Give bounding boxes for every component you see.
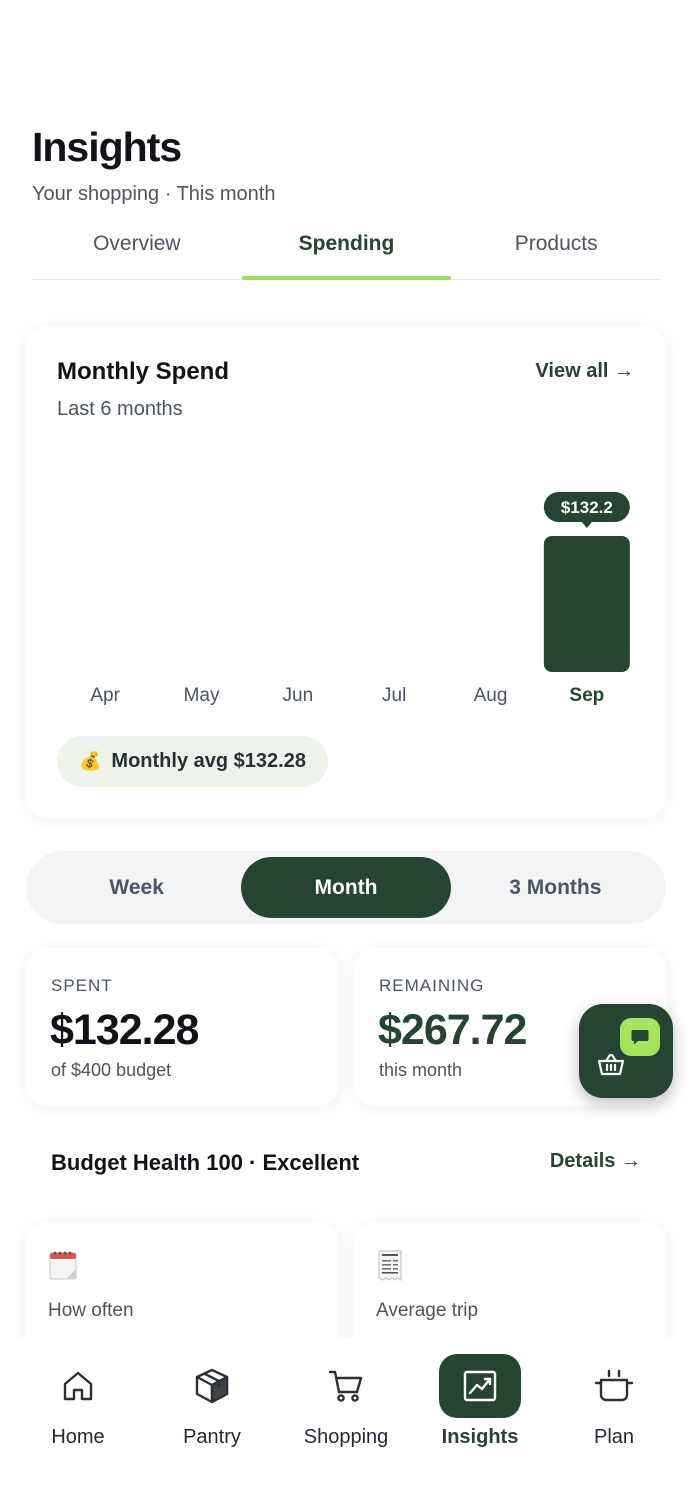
nav-shopping-label: Shopping [303,1426,389,1448]
how-often-label: How often [48,1300,134,1321]
monthly-average-pill: 💰 Monthly avg $132.28 [57,736,328,787]
period-week-button[interactable]: Week [32,857,241,918]
nav-shopping[interactable]: Shopping [279,1338,413,1504]
nav-home[interactable]: Home [11,1338,145,1504]
bar-sep[interactable] [543,536,630,672]
basket-icon [597,1052,625,1083]
remaining-label: REMAINING [379,976,485,995]
remaining-note: this month [379,1060,463,1080]
period-3-months-button[interactable]: 3 Months [451,857,660,918]
x-label-aug: Aug [474,685,508,706]
chart-icon [439,1354,521,1418]
budget-health-title: Budget Health 100 · Excellent [51,1150,360,1175]
nav-insights[interactable]: Insights [413,1338,547,1504]
nav-pantry-label: Pantry [183,1426,241,1448]
spent-label: SPENT [51,976,113,995]
spent-card: SPENT $132.28 of $400 budget [26,948,339,1106]
nav-plan[interactable]: Plan [547,1338,681,1504]
tab-products[interactable]: Products [451,222,661,279]
tab-spending[interactable]: Spending [241,222,452,280]
x-label-may: May [184,685,220,706]
calendar-icon [49,1250,77,1285]
tab-overview[interactable]: Overview [32,222,242,279]
page-title: Insights [32,124,182,170]
monthly-spend-card: Monthly Spend Last 6 months View all → A… [26,326,666,818]
page-subtitle: Your shopping · This month [32,183,276,205]
home-icon [37,1354,119,1418]
budget-health-row: Budget Health 100 · Excellent Details → [51,1150,641,1176]
monthly-average-label: Monthly avg $132.28 [111,750,306,772]
average-trip-label: Average trip [376,1300,479,1321]
x-label-apr: Apr [90,685,120,706]
nav-pantry[interactable]: Pantry [145,1338,279,1504]
x-label-jul: Jul [382,685,406,706]
assistant-fab-button[interactable] [579,1004,673,1098]
spent-value: $132.28 [50,1006,199,1054]
box-icon [171,1354,253,1418]
nav-home-label: Home [51,1426,105,1448]
insights-tabs: Overview Spending Products [32,222,661,280]
cart-icon [305,1354,387,1418]
bottom-navigation: Home Pantry Shopping Insights Plan [0,1338,692,1504]
x-label-sep: Sep [569,685,604,706]
page-header: Insights Your shopping · This month [32,124,276,206]
spent-note: of $400 budget [51,1060,172,1080]
receipt-icon [377,1250,403,1287]
money-bag-icon: 💰 [79,751,102,771]
nav-plan-label: Plan [593,1426,635,1448]
remaining-value: $267.72 [378,1006,527,1054]
bar-value-tooltip: $132.2 [543,492,630,528]
budget-health-details-link[interactable]: Details → [550,1150,641,1176]
chat-bubble-icon [620,1018,660,1056]
svg-text:$132.2: $132.2 [561,498,613,517]
nav-insights-label: Insights [441,1426,519,1448]
x-label-jun: Jun [283,685,314,706]
period-selector: Week Month 3 Months [26,851,666,924]
period-month-button[interactable]: Month [241,857,451,918]
pot-icon [573,1354,655,1418]
